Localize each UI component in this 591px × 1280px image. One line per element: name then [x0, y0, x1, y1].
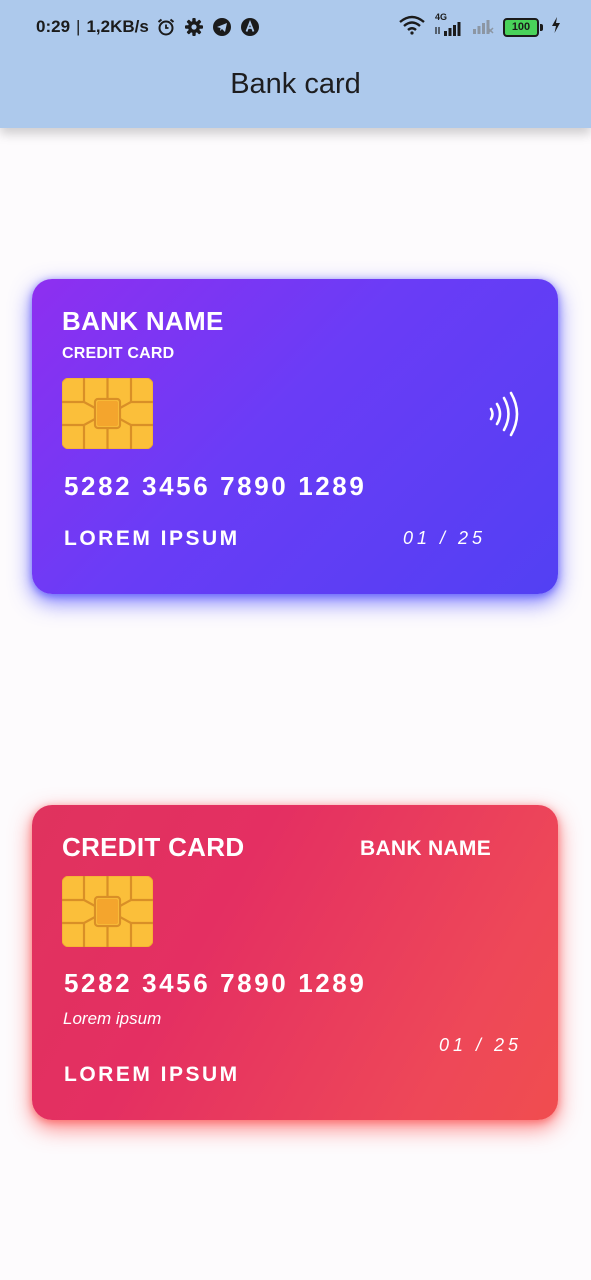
signal-no-service-icon [471, 14, 495, 41]
chip-icon [61, 875, 154, 948]
card-bank-name: BANK NAME [360, 837, 492, 860]
status-separator: | [76, 17, 81, 36]
battery-icon: 100 [503, 17, 543, 37]
alarm-icon [155, 16, 177, 38]
status-bar-right: 4G 100 [399, 12, 561, 41]
card-type-label: CREDIT CARD [62, 345, 175, 362]
card-type-label: CREDIT CARD [62, 832, 245, 862]
chip-icon [61, 377, 154, 450]
status-bar-left: 0:29 | 1,2KB/s [36, 15, 261, 39]
page-title: Bank card [230, 68, 361, 100]
charging-icon [551, 16, 561, 38]
card-holder-name: LOREM IPSUM [64, 1063, 240, 1086]
wifi-icon [399, 15, 425, 40]
card-subtitle: Lorem ipsum [63, 1009, 162, 1028]
signal-4g-icon: 4G [433, 12, 463, 38]
status-net-speed: 1,2KB/s [86, 17, 149, 36]
status-bar: 0:29 | 1,2KB/s 4G 100 [0, 0, 591, 54]
card-holder-name: LOREM IPSUM [64, 527, 240, 550]
contactless-icon [488, 391, 522, 437]
telegram-icon [211, 16, 233, 38]
card-expiry: 01 / 25 [403, 528, 487, 548]
bank-card-red[interactable]: CREDIT CARD BANK NAME 5282 3456 7890 128… [32, 805, 558, 1120]
settings-gear-icon [183, 16, 205, 38]
card-number: 5282 3456 7890 1289 [64, 471, 367, 501]
app-icon [239, 16, 261, 38]
app-bar: 0:29 | 1,2KB/s 4G 100 Bank card [0, 0, 591, 128]
card-number: 5282 3456 7890 1289 [64, 968, 367, 998]
battery-level: 100 [503, 17, 539, 37]
card-expiry: 01 / 25 [439, 1035, 523, 1055]
bank-card-purple[interactable]: BANK NAME CREDIT CARD 5282 3456 7890 128… [32, 279, 558, 594]
card-bank-name: BANK NAME [62, 306, 224, 336]
status-time: 0:29 [36, 17, 71, 36]
